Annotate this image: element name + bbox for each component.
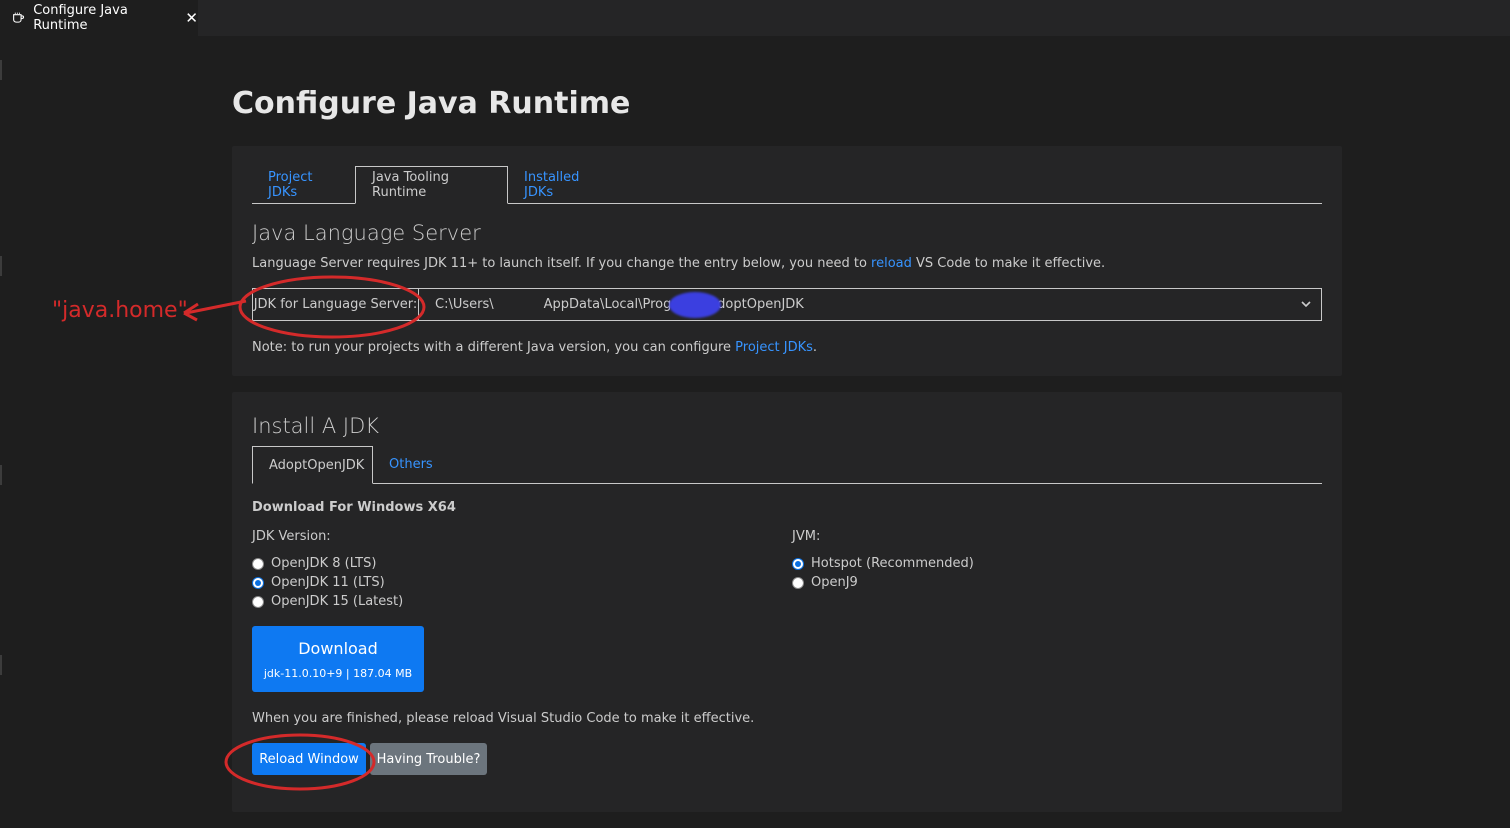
editor-tab-title: Configure Java Runtime [33, 3, 128, 33]
radio-button[interactable] [252, 557, 264, 570]
note-text: Note: to run your projects with a differ… [252, 340, 736, 355]
reload-instruction: When you are finished, please reload Vis… [252, 711, 755, 726]
install-jdk-title: Install A JDK [252, 414, 380, 438]
radio-openj9[interactable]: OpenJ9 [792, 575, 858, 590]
jdk-for-language-server-label: JDK for Language Server: [252, 288, 418, 321]
radio-label: OpenJDK 15 (Latest) [271, 594, 404, 609]
note-text-end: . [812, 340, 818, 355]
reload-link[interactable]: reload [871, 256, 912, 271]
tab-project-jdks[interactable]: Project JDKs [252, 166, 355, 203]
jdk-path-select[interactable]: C:\Users\AppData\Local\Programs\AdoptOpe… [418, 288, 1322, 321]
radio-label: OpenJDK 11 (LTS) [271, 575, 385, 590]
java-language-server-title: Java Language Server [252, 221, 481, 245]
radio-button-checked[interactable] [252, 576, 264, 589]
radio-label: Hotspot (Recommended) [811, 556, 974, 571]
jdk-version-label: JDK Version: [252, 529, 331, 544]
download-button[interactable]: Download jdk-11.0.10+9 | 187.04 MB [252, 626, 424, 692]
having-trouble-button[interactable]: Having Trouble? [370, 743, 487, 775]
download-button-label: Download [298, 638, 378, 658]
tab-installed-jdks[interactable]: Installed JDKs [508, 166, 620, 203]
download-heading: Download For Windows X64 [252, 500, 456, 515]
radio-openjdk-15[interactable]: OpenJDK 15 (Latest) [252, 594, 403, 609]
editor-tab-configure-java-runtime[interactable]: Configure Java Runtime ✕ [0, 0, 198, 36]
jdk-language-server-group: JDK for Language Server: C:\Users\AppDat… [252, 288, 1322, 321]
runtime-tabs: Project JDKs Java Tooling Runtime Instal… [252, 166, 1322, 204]
project-jdks-note: Note: to run your projects with a differ… [252, 340, 817, 355]
radio-openjdk-11[interactable]: OpenJDK 11 (LTS) [252, 575, 385, 590]
install-jdk-panel: Install A JDK AdoptOpenJDK Others Downlo… [232, 392, 1342, 812]
page-title: Configure Java Runtime [232, 86, 631, 121]
tab-others[interactable]: Others [373, 446, 445, 483]
radio-label: OpenJDK 8 (LTS) [271, 556, 377, 571]
description-text-end: VS Code to make it effective. [911, 256, 1106, 271]
download-button-size: jdk-11.0.10+9 | 187.04 MB [263, 666, 413, 680]
java-home-annotation: "java.home" [52, 298, 188, 323]
jvm-label: JVM: [792, 529, 821, 544]
edge-marker [0, 465, 2, 485]
jdk-path-prefix: C:\Users\ [435, 297, 494, 312]
edge-marker [0, 60, 2, 80]
coffee-cup-icon [13, 12, 25, 23]
redaction-scribble [669, 292, 721, 318]
tab-adoptopenjdk[interactable]: AdoptOpenJDK [252, 446, 373, 484]
edge-marker [0, 256, 2, 276]
radio-button[interactable] [252, 595, 264, 608]
project-jdks-link[interactable]: Project JDKs [735, 340, 813, 355]
editor-tab-bar: Configure Java Runtime ✕ [0, 0, 1510, 36]
radio-button[interactable] [792, 576, 804, 589]
radio-button-checked[interactable] [792, 557, 804, 570]
close-icon[interactable]: ✕ [185, 9, 198, 27]
jdk-provider-tabs: AdoptOpenJDK Others [252, 446, 1322, 484]
tab-java-tooling-runtime[interactable]: Java Tooling Runtime [355, 166, 508, 204]
radio-openjdk-8[interactable]: OpenJDK 8 (LTS) [252, 556, 376, 571]
radio-hotspot[interactable]: Hotspot (Recommended) [792, 556, 974, 571]
description-text: Language Server requires JDK 11+ to laun… [252, 256, 872, 271]
reload-window-button[interactable]: Reload Window [252, 743, 366, 775]
radio-label: OpenJ9 [811, 575, 858, 590]
edge-marker [0, 655, 2, 675]
chevron-down-icon [1301, 301, 1311, 308]
java-tooling-panel: Project JDKs Java Tooling Runtime Instal… [232, 146, 1342, 376]
language-server-description: Language Server requires JDK 11+ to laun… [252, 256, 1105, 271]
